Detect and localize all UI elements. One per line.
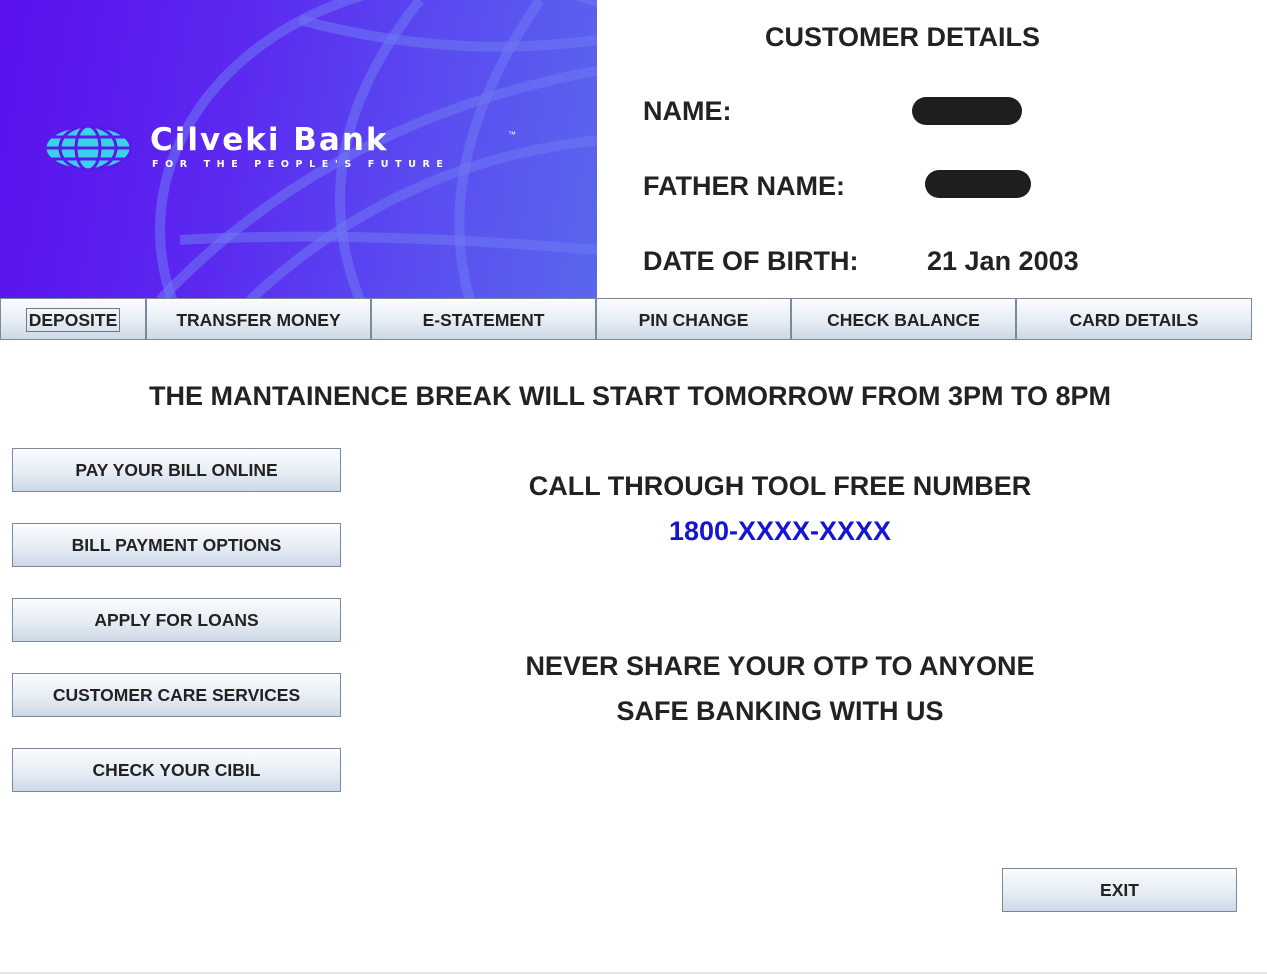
maintenance-notice: THE MANTAINENCE BREAK WILL START TOMORRO…: [149, 381, 1111, 411]
tab-e-statement[interactable]: E-STATEMENT: [371, 298, 596, 340]
check-cibil-button[interactable]: CHECK YOUR CIBIL: [12, 748, 341, 792]
bank-name: Cilveki Bank: [150, 122, 389, 158]
dob-label: DATE OF BIRTH:: [643, 246, 859, 276]
tab-transfer-money-label: TRANSFER MONEY: [176, 310, 341, 330]
exit-button[interactable]: EXIT: [1002, 868, 1237, 912]
name-redaction: [912, 97, 1022, 125]
safe-banking-message: SAFE BANKING WITH US: [616, 696, 944, 726]
bank-banner: Cilveki Bank ™ FOR THE PEOPLE'S FUTURE: [0, 0, 597, 298]
bank-tagline: FOR THE PEOPLE'S FUTURE: [152, 159, 450, 170]
toll-free-label: CALL THROUGH TOOL FREE NUMBER: [528, 471, 1032, 501]
tab-pin-change[interactable]: PIN CHANGE: [596, 298, 791, 340]
otp-warning: NEVER SHARE YOUR OTP TO ANYONE: [525, 651, 1035, 681]
customer-details-title: CUSTOMER DETAILS: [764, 22, 1040, 52]
father-name-redaction: [925, 170, 1031, 198]
name-label: NAME:: [643, 96, 732, 126]
tab-card-details[interactable]: CARD DETAILS: [1016, 298, 1252, 340]
apply-for-loans-button[interactable]: APPLY FOR LOANS: [12, 598, 341, 642]
tab-e-statement-label: E-STATEMENT: [422, 310, 545, 330]
tab-transfer-money[interactable]: TRANSFER MONEY: [146, 298, 371, 340]
dob-value: 21 Jan 2003: [927, 246, 1079, 276]
tab-check-balance[interactable]: CHECK BALANCE: [791, 298, 1016, 340]
pay-bill-online-button[interactable]: PAY YOUR BILL ONLINE: [12, 448, 341, 492]
tab-deposite-label: DEPOSITE: [25, 308, 121, 332]
toll-free-number: 1800-XXXX-XXXX: [668, 516, 892, 546]
father-name-label: FATHER NAME:: [643, 171, 845, 201]
tab-card-details-label: CARD DETAILS: [1069, 310, 1199, 330]
bank-trademark: ™: [508, 130, 516, 139]
bank-logo-globe-icon: [44, 125, 132, 171]
tab-check-balance-label: CHECK BALANCE: [827, 310, 980, 330]
tab-deposite[interactable]: DEPOSITE: [0, 298, 146, 340]
tab-pin-change-label: PIN CHANGE: [638, 310, 749, 330]
customer-care-services-button[interactable]: CUSTOMER CARE SERVICES: [12, 673, 341, 717]
bill-payment-options-button[interactable]: BILL PAYMENT OPTIONS: [12, 523, 341, 567]
